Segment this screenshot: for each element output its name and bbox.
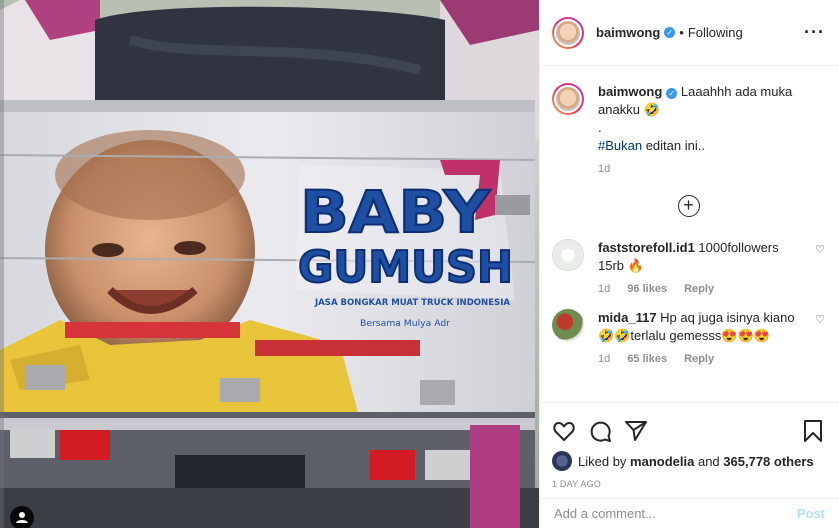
comment-text-block: faststorefoll.id1 1000followers 15rb 🔥 (598, 239, 803, 275)
post-side-panel: baimwong ✓ • Following ··· baimwong ✓ Laa… (539, 0, 839, 528)
post-comment-button[interactable]: Post (797, 506, 825, 521)
liked-by-and: and (697, 453, 720, 469)
comments-section[interactable]: baimwong ✓ Laaahhh ada muka anakku 🤣 . #B… (540, 67, 839, 401)
liker-avatar[interactable] (552, 451, 572, 471)
sign-line1: BABY (300, 178, 491, 246)
action-icon-row (552, 411, 825, 451)
reply-button[interactable]: Reply (684, 283, 714, 295)
plus-circle-icon[interactable]: + (677, 195, 700, 217)
person-icon (16, 512, 28, 523)
comment-likes[interactable]: 65 likes (627, 353, 667, 365)
header-separator: • (679, 25, 684, 40)
comment-username[interactable]: mida_117 (598, 310, 657, 325)
caption-avatar[interactable] (552, 83, 584, 115)
caption-dot: . (598, 120, 602, 135)
comment-item: mida_117 Hp aq juga isinya kiano 🤣🤣terla… (552, 309, 825, 365)
author-avatar[interactable] (552, 16, 584, 49)
following-button[interactable]: Following (688, 25, 743, 40)
avatar-image (554, 85, 582, 113)
caption-time[interactable]: 1d (598, 163, 610, 175)
add-comment-input[interactable] (554, 506, 797, 521)
load-more-comments: + (552, 195, 825, 217)
sign-small-text: JASA BONGKAR MUAT TRUCK INDONESIA (314, 298, 510, 308)
caption-text-block: baimwong ✓ Laaahhh ada muka anakku 🤣 . #B… (598, 83, 825, 155)
comment-avatar[interactable] (552, 239, 584, 271)
author-username[interactable]: baimwong (596, 25, 660, 40)
comment-username[interactable]: faststorefoll.id1 (598, 240, 695, 255)
post-photo[interactable]: BABY GUMUSH JASA BONGKAR MUAT TRUCK INDO… (0, 0, 539, 528)
comment-text-block: mida_117 Hp aq juga isinya kiano 🤣🤣terla… (598, 309, 803, 345)
comment-item: faststorefoll.id1 1000followers 15rb 🔥 1… (552, 239, 825, 295)
comment-likes[interactable]: 96 likes (627, 283, 667, 295)
post-time-ago[interactable]: 1 DAY AGO (552, 479, 825, 489)
comment-bubble-icon[interactable] (588, 419, 612, 443)
save-bookmark-icon[interactable] (801, 419, 825, 443)
comment-like-heart-icon[interactable]: ♡ (815, 243, 825, 256)
avatar-image (554, 18, 582, 47)
sign-line2: GUMUSH (298, 242, 513, 293)
post-header: baimwong ✓ • Following ··· (540, 0, 839, 66)
user-tags-icon[interactable] (10, 506, 34, 528)
share-paper-plane-icon[interactable] (624, 419, 648, 443)
comment-avatar[interactable] (552, 309, 584, 341)
comment-meta: 1d 65 likes Reply (598, 353, 803, 365)
comment-time[interactable]: 1d (598, 353, 610, 365)
caption-meta: 1d (598, 163, 825, 175)
comment-meta: 1d 96 likes Reply (598, 283, 803, 295)
verified-badge-icon: ✓ (666, 88, 678, 99)
others-count[interactable]: 365,778 others (723, 454, 813, 469)
comment-like-heart-icon[interactable]: ♡ (815, 313, 825, 326)
post-caption: baimwong ✓ Laaahhh ada muka anakku 🤣 . #B… (552, 83, 825, 175)
verified-badge-icon: ✓ (664, 27, 676, 38)
sign-small-text-2: Bersama Mulya Adr (360, 319, 450, 329)
add-comment-bar: Post (540, 498, 839, 528)
caption-hashtag[interactable]: #Bukan (598, 138, 642, 153)
caption-rest: editan ini.. (642, 138, 705, 153)
like-heart-icon[interactable] (552, 419, 576, 443)
likes-summary: Liked by manodelia and 365,778 others (552, 451, 825, 471)
liked-by-prefix: Liked by (578, 453, 627, 469)
comment-time[interactable]: 1d (598, 283, 610, 295)
liked-by-user[interactable]: manodelia (630, 454, 694, 469)
post-actions: Liked by manodelia and 365,778 others 1 … (540, 402, 839, 489)
caption-username[interactable]: baimwong (598, 84, 662, 99)
more-options-icon[interactable]: ··· (804, 22, 825, 43)
reply-button[interactable]: Reply (684, 353, 714, 365)
truck-photo-image: BABY GUMUSH JASA BONGKAR MUAT TRUCK INDO… (0, 0, 539, 528)
